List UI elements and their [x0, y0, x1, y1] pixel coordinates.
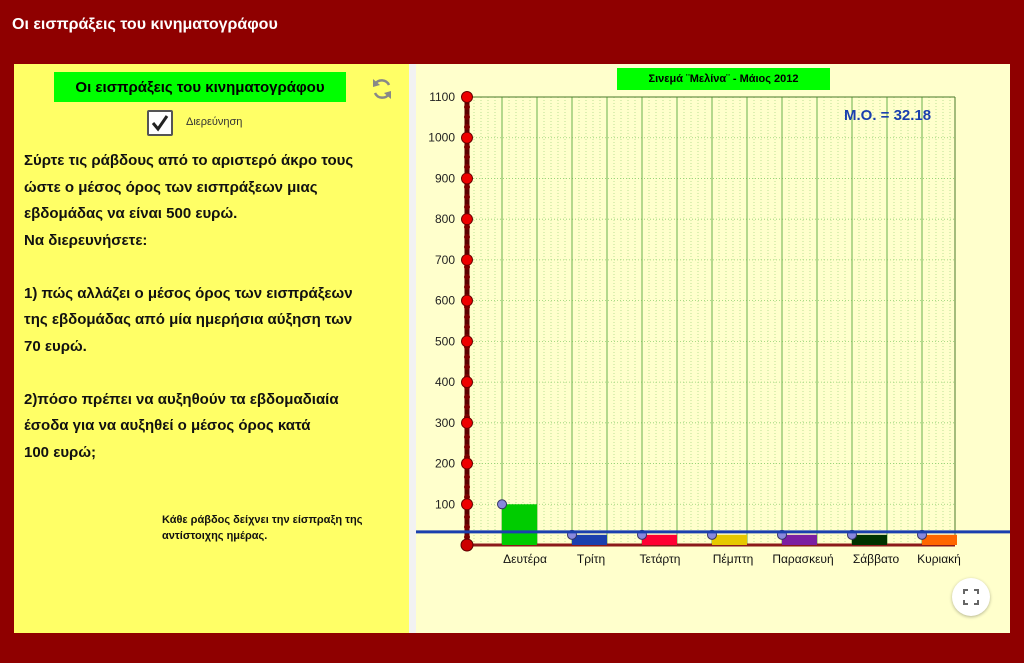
panel-title: Οι εισπράξεις του κινηματογράφου — [54, 72, 346, 102]
instruction-line: 70 ευρώ. — [24, 337, 87, 355]
bar-note-line: Κάθε ράβδος δείχνει την είσπραξη της — [162, 514, 363, 526]
window-title: Οι εισπράξεις του κινηματογράφου — [12, 16, 278, 33]
instruction-line: 2)πόσο πρέπει να αυξηθούν τα εβδομαδιαία — [24, 390, 339, 408]
chart-title: Σινεμά ¨Μελίνα¨ - Μάιος 2012 — [617, 68, 830, 90]
instruction-line: εβδομάδας να είναι 500 ευρώ. — [24, 205, 238, 222]
instruction-line: της εβδομάδας από μία ημερήσια αύξηση τω… — [24, 311, 353, 328]
chart-panel — [416, 64, 1010, 633]
fullscreen-button[interactable] — [952, 578, 990, 616]
checkmark-icon — [151, 115, 169, 132]
instruction-gap — [24, 254, 408, 281]
instruction-line: ώστε ο μέσος όρος των εισπράξεων μιας — [24, 178, 318, 196]
bar-note-line: αντίστοιχης ημέρας. — [162, 530, 268, 542]
explore-checkbox[interactable] — [147, 110, 173, 136]
bar-note: Κάθε ράβδος δείχνει την είσπραξη της αντ… — [162, 512, 412, 544]
instructions-text: Σύρτε τις ράβδους από το αριστερό άκρο τ… — [24, 148, 408, 466]
explore-checkbox-label: Διερεύνηση — [186, 116, 243, 128]
instruction-line: 1) πώς αλλάζει ο μέσος όρος των εισπράξε… — [24, 284, 353, 302]
mean-label: Μ.Ο. = 32.18 — [844, 107, 932, 124]
applet: Οι εισπράξεις του κινηματογράφου Διερεύν… — [14, 64, 1010, 633]
instruction-line: έσοδα για να αυξηθεί ο μέσος όρος κατά — [24, 417, 311, 434]
instruction-line: Σύρτε τις ράβδους από το αριστερό άκρο τ… — [24, 152, 354, 169]
left-panel: Οι εισπράξεις του κινηματογράφου Διερεύν… — [14, 64, 409, 633]
instruction-line: Να διερευνήσετε: — [24, 231, 148, 249]
fullscreen-icon — [963, 589, 979, 605]
refresh-icon[interactable] — [369, 76, 395, 102]
instruction-line: 100 ευρώ; — [24, 443, 96, 461]
instruction-gap — [24, 360, 408, 387]
